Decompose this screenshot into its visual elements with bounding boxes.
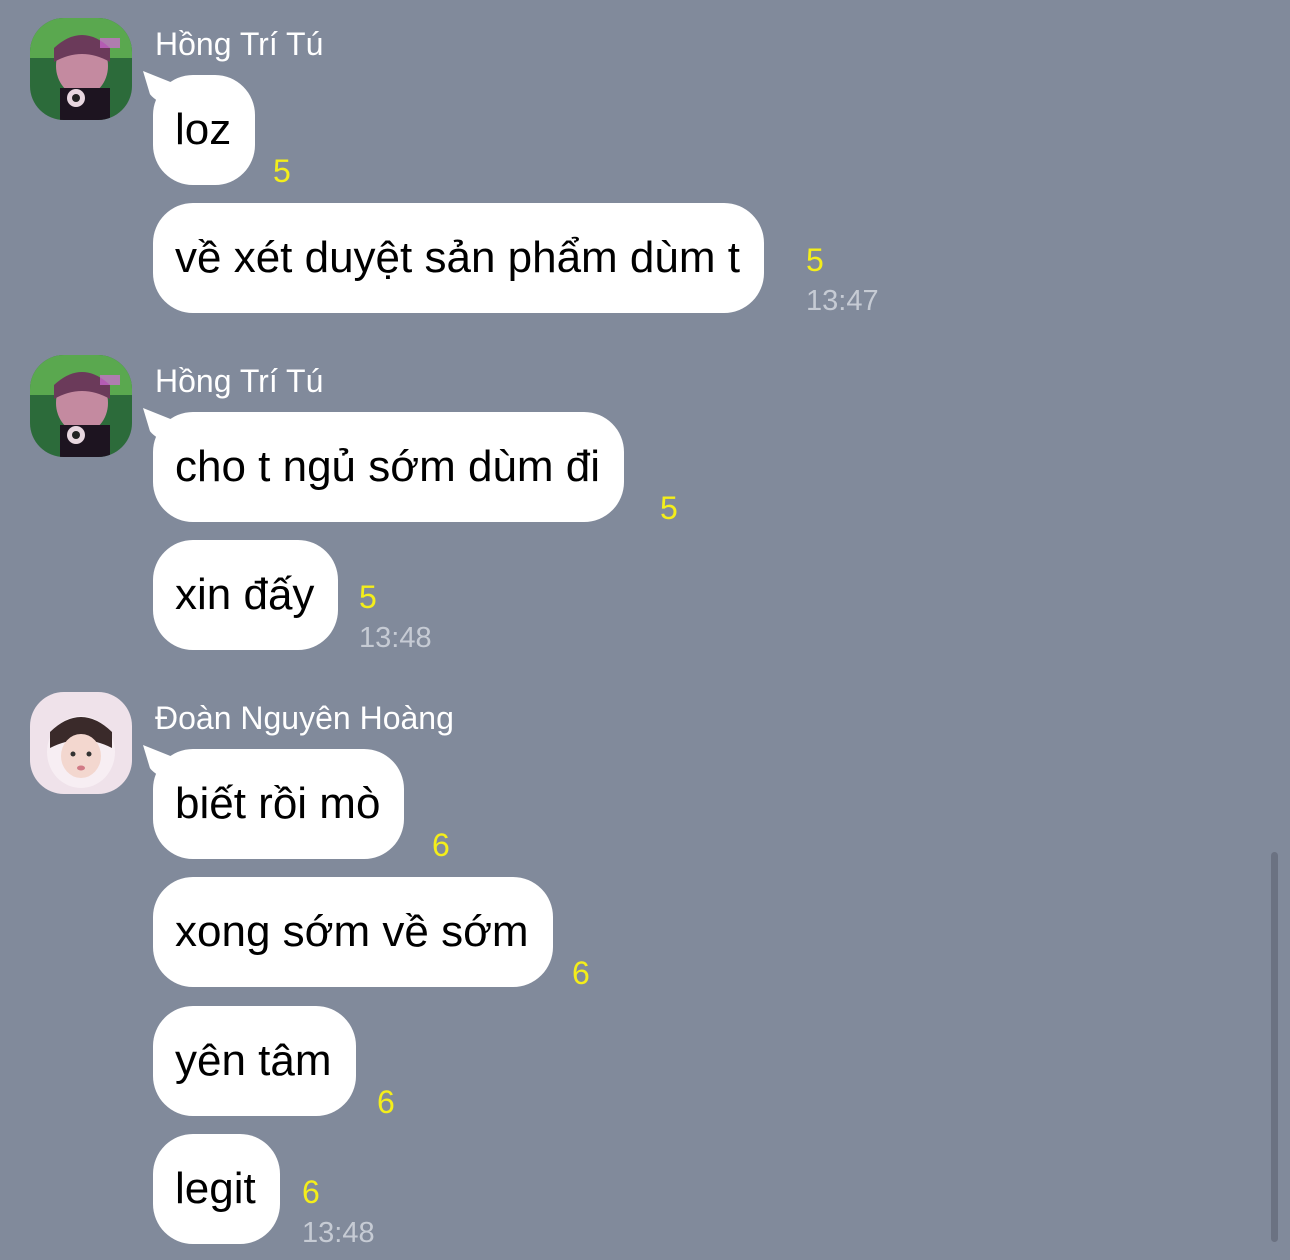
avatar-hong-tri-tu[interactable] [30, 355, 132, 457]
read-count: 5 [359, 579, 377, 615]
scrollbar-thumb[interactable] [1271, 852, 1278, 1242]
message-timestamp: 13:47 [806, 285, 879, 317]
message-timestamp: 13:48 [302, 1217, 375, 1249]
message-bubble[interactable]: về xét duyệt sản phẩm dùm t [153, 203, 764, 313]
message-text: legit [175, 1164, 256, 1213]
message-bubble[interactable]: xong sớm về sớm [153, 877, 553, 987]
message-bubble[interactable]: cho t ngủ sớm dùm đi [153, 412, 625, 522]
message-bubble[interactable]: legit [153, 1134, 280, 1244]
message-text: cho t ngủ sớm dùm đi [175, 442, 601, 491]
sender-name: Hồng Trí Tú [155, 26, 324, 62]
message-text: xin đấy [175, 570, 315, 619]
message-bubble[interactable]: yên tâm [153, 1006, 356, 1116]
avatar-hong-tri-tu[interactable] [30, 18, 132, 120]
user-photo-avatar-icon [30, 355, 132, 457]
read-count: 6 [377, 1084, 395, 1120]
message-text: xong sớm về sớm [175, 907, 529, 956]
user-photo-avatar-icon [30, 18, 132, 120]
message-text: loz [175, 105, 232, 154]
chat-message-list[interactable]: Hồng Trí Tú loz 5 về xét duyệt sản phẩm … [0, 0, 1290, 1260]
read-count: 6 [302, 1174, 320, 1210]
user-photo-avatar-icon [30, 692, 132, 794]
message-text: về xét duyệt sản phẩm dùm t [175, 233, 740, 282]
read-count: 5 [660, 490, 678, 526]
read-count: 5 [806, 242, 824, 278]
sender-name: Đoàn Nguyên Hoàng [155, 700, 454, 736]
read-count: 5 [273, 153, 291, 189]
message-bubble[interactable]: loz [153, 75, 256, 185]
read-count: 6 [432, 827, 450, 863]
sender-name: Hồng Trí Tú [155, 363, 324, 399]
message-timestamp: 13:48 [359, 622, 432, 654]
message-text: biết rồi mò [175, 779, 381, 828]
avatar-doan-nguyen-hoang[interactable] [30, 692, 132, 794]
read-count: 6 [572, 955, 590, 991]
message-text: yên tâm [175, 1036, 332, 1085]
message-bubble[interactable]: xin đấy [153, 540, 339, 650]
message-bubble[interactable]: biết rồi mò [153, 749, 405, 859]
